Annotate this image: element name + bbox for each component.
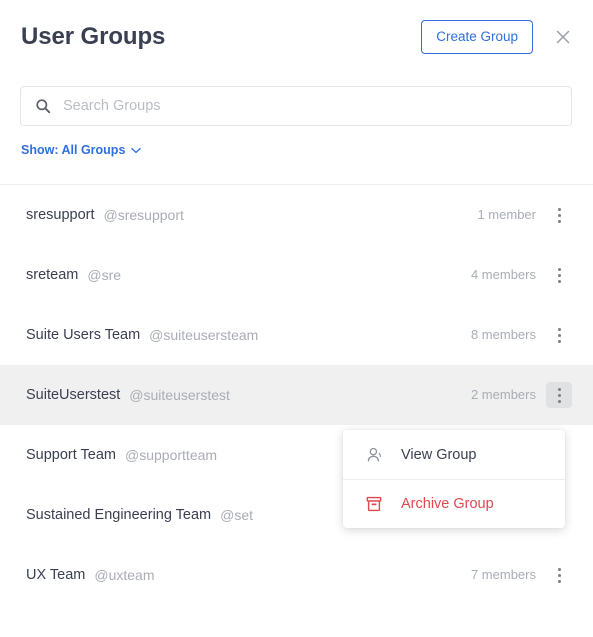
search-box[interactable]: [20, 86, 572, 126]
panel-header: User Groups Create Group: [0, 0, 593, 74]
group-name: sreteam: [26, 267, 79, 283]
kebab-icon-dot: [557, 393, 561, 397]
group-handle: @set: [220, 507, 254, 523]
kebab-icon-dot: [557, 207, 561, 211]
kebab-icon-dot: [557, 567, 561, 571]
kebab-icon-dot: [557, 387, 561, 391]
menu-item-view-group[interactable]: View Group: [343, 430, 565, 479]
group-handle: @suiteusersteam: [149, 327, 259, 343]
table-row[interactable]: SuiteUserstest @suiteuserstest 2 members: [0, 365, 593, 425]
chevron-down-icon: [131, 147, 142, 154]
row-context-menu: View Group Archive Group: [343, 430, 565, 528]
group-handle: @sresupport: [103, 207, 184, 223]
table-row[interactable]: sreteam @sre 4 members: [0, 245, 593, 305]
menu-item-archive-group[interactable]: Archive Group: [343, 479, 565, 528]
member-count: 4 members: [470, 267, 536, 282]
search-icon: [35, 98, 51, 114]
table-row[interactable]: Suite Users Team @suiteusersteam 8 members: [0, 305, 593, 365]
member-count: 8 members: [470, 327, 536, 342]
close-icon: [554, 28, 572, 46]
member-count: 7 members: [470, 567, 536, 582]
archive-icon: [364, 495, 384, 513]
page-title: User Groups: [21, 23, 166, 50]
kebab-icon-dot: [557, 219, 561, 223]
group-handle: @suiteuserstest: [129, 387, 230, 403]
close-button[interactable]: [551, 25, 575, 49]
kebab-icon-dot: [557, 399, 561, 403]
kebab-icon-dot: [557, 267, 561, 271]
group-handle: @sre: [87, 267, 122, 283]
kebab-icon-dot: [557, 333, 561, 337]
kebab-icon-dot: [557, 339, 561, 343]
group-name: UX Team: [26, 567, 86, 583]
row-menu-button[interactable]: [546, 322, 572, 348]
menu-item-label: View Group: [401, 446, 477, 463]
kebab-icon-dot: [557, 213, 561, 217]
show-filter-dropdown[interactable]: Show: All Groups: [21, 142, 142, 158]
group-handle: @supportteam: [125, 447, 218, 463]
kebab-icon-dot: [557, 327, 561, 331]
group-name: sresupport: [26, 207, 95, 223]
kebab-icon-dot: [557, 273, 561, 277]
kebab-icon-dot: [557, 279, 561, 283]
row-menu-button[interactable]: [546, 382, 572, 408]
row-menu-button[interactable]: [546, 262, 572, 288]
user-icon: [364, 446, 384, 464]
create-group-button[interactable]: Create Group: [421, 20, 533, 54]
table-row[interactable]: sresupport @sresupport 1 member: [0, 185, 593, 245]
member-count: 2 members: [470, 387, 536, 402]
row-menu-button[interactable]: [546, 202, 572, 228]
user-groups-panel: User Groups Create Group Show: All Group…: [0, 0, 593, 637]
member-count: 1 member: [477, 207, 536, 222]
row-menu-button[interactable]: [546, 562, 572, 588]
show-filter-label: Show: All Groups: [21, 143, 126, 157]
group-handle: @uxteam: [94, 567, 155, 583]
menu-item-label: Archive Group: [401, 496, 494, 512]
kebab-icon-dot: [557, 573, 561, 577]
group-list: sresupport @sresupport 1 member sreteam @sre…: [0, 185, 593, 637]
group-name: Sustained Engineering Team: [26, 507, 212, 523]
scrollbar-track[interactable]: [581, 185, 587, 637]
table-row[interactable]: UX Team @uxteam 7 members: [0, 545, 593, 605]
search-input[interactable]: [63, 87, 557, 125]
group-name: Suite Users Team: [26, 327, 141, 343]
group-name: Support Team: [26, 447, 117, 463]
group-name: SuiteUserstest: [26, 387, 121, 403]
kebab-icon-dot: [557, 579, 561, 583]
